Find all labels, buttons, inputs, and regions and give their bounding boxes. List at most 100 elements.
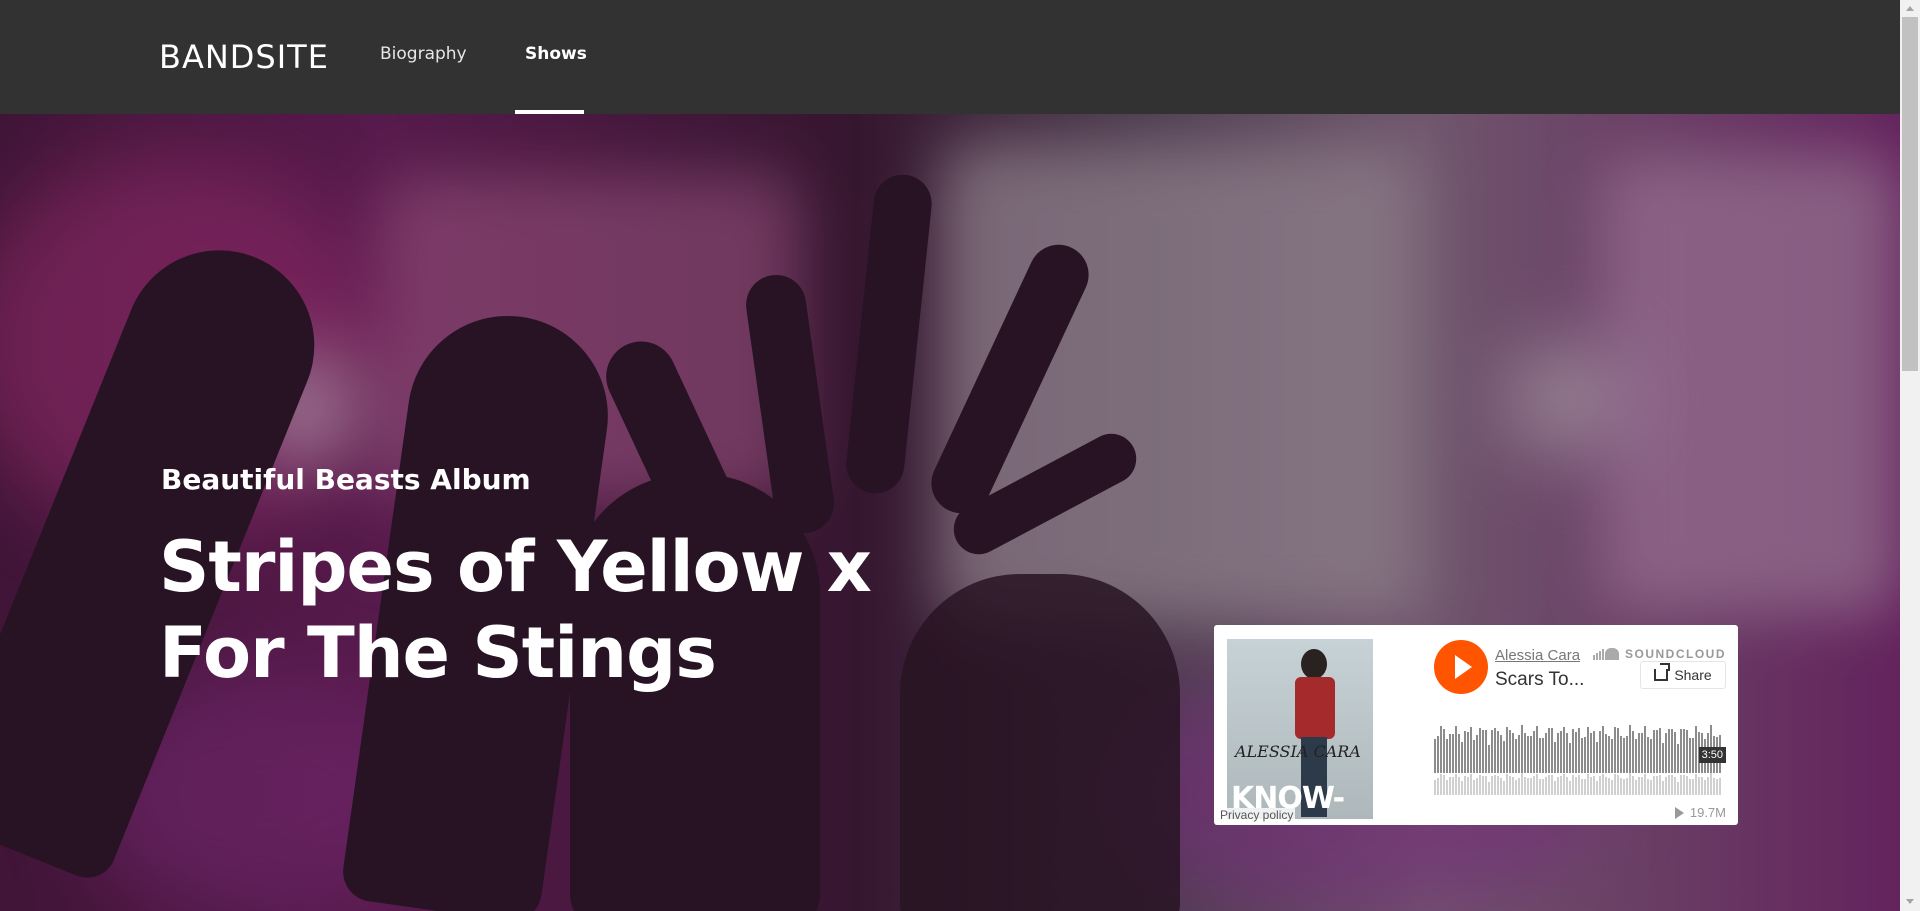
waveform-bar: [1464, 776, 1466, 795]
waveform-bar: [1704, 780, 1706, 795]
waveform-bar: [1659, 728, 1661, 773]
waveform-bar: [1458, 734, 1460, 773]
waveform-bar: [1488, 745, 1490, 773]
waveform-bar: [1674, 732, 1676, 773]
soundcloud-widget: ALESSIA CARA KNOW-IT-ALL Privacy policy …: [1214, 625, 1738, 825]
waveform-bar: [1677, 782, 1679, 795]
waveform-bar: [1665, 733, 1667, 773]
waveform-bar: [1530, 778, 1532, 795]
waveform-bar: [1563, 774, 1565, 795]
waveform-bar: [1497, 776, 1499, 795]
waveform-bar: [1566, 777, 1568, 795]
share-button[interactable]: Share: [1640, 661, 1726, 689]
waveform-bar: [1515, 780, 1517, 795]
waveform-bar: [1689, 779, 1691, 795]
waveform-bar: [1590, 733, 1592, 773]
waveform-bar: [1593, 776, 1595, 795]
waveform[interactable]: 3:50: [1434, 713, 1726, 795]
waveform-bar: [1599, 776, 1601, 795]
scroll-up-arrow-icon[interactable]: [1906, 6, 1914, 11]
waveform-bar: [1719, 778, 1721, 795]
waveform-bar: [1539, 779, 1541, 795]
waveform-bar: [1485, 776, 1487, 795]
waveform-bar: [1626, 736, 1628, 773]
waveform-bar: [1506, 727, 1508, 773]
waveform-bar: [1461, 781, 1463, 795]
waveform-bar: [1590, 777, 1592, 795]
waveform-bar: [1692, 738, 1694, 773]
waveform-bar: [1674, 777, 1676, 795]
waveform-bar: [1695, 774, 1697, 795]
waveform-bar: [1434, 739, 1436, 773]
waveform-bar: [1578, 775, 1580, 795]
waveform-bar: [1701, 777, 1703, 795]
album-artwork[interactable]: ALESSIA CARA KNOW-IT-ALL: [1227, 639, 1373, 819]
artist-link[interactable]: Alessia Cara: [1495, 647, 1580, 664]
waveform-bar: [1449, 734, 1451, 773]
waveform-bar: [1581, 779, 1583, 795]
scroll-thumb[interactable]: [1902, 17, 1918, 371]
play-count-icon: [1674, 806, 1684, 819]
waveform-bar: [1476, 778, 1478, 795]
waveform-bar: [1569, 781, 1571, 795]
waveform-bar: [1461, 742, 1463, 773]
nav-shows[interactable]: Shows: [525, 44, 587, 64]
soundcloud-logo[interactable]: SOUNDCLOUD: [1593, 647, 1726, 661]
waveform-bar: [1692, 779, 1694, 795]
waveform-bar: [1611, 739, 1613, 773]
waveform-bar: [1578, 728, 1580, 773]
waveform-bar: [1641, 733, 1643, 773]
waveform-bar: [1524, 733, 1526, 773]
waveform-bar: [1605, 734, 1607, 773]
waveform-bar: [1575, 732, 1577, 773]
waveform-bar: [1518, 735, 1520, 773]
waveform-bar: [1617, 775, 1619, 795]
waveform-bar: [1596, 742, 1598, 773]
site-logo[interactable]: BANDSITE: [159, 38, 329, 76]
waveform-bar: [1665, 777, 1667, 795]
waveform-bar: [1584, 737, 1586, 773]
play-icon: [1455, 655, 1472, 679]
waveform-bar: [1617, 728, 1619, 773]
waveform-bar: [1662, 743, 1664, 773]
waveform-bar: [1548, 728, 1550, 773]
waveform-bar: [1464, 731, 1466, 773]
waveform-bar: [1710, 773, 1712, 795]
waveform-bar: [1614, 727, 1616, 773]
waveform-bar: [1608, 778, 1610, 795]
waveform-bar: [1695, 726, 1697, 773]
nav-biography[interactable]: Biography: [380, 44, 467, 64]
waveform-bar: [1527, 736, 1529, 773]
waveform-bar: [1467, 732, 1469, 773]
waveform-bar: [1482, 730, 1484, 773]
waveform-bar: [1614, 774, 1616, 795]
waveform-bar: [1497, 731, 1499, 773]
waveform-bar: [1572, 775, 1574, 795]
waveform-bar: [1650, 739, 1652, 773]
waveform-bar: [1452, 734, 1454, 773]
soundcloud-brand-text: SOUNDCLOUD: [1625, 647, 1726, 661]
waveform-bar: [1623, 779, 1625, 795]
play-button[interactable]: [1434, 640, 1488, 694]
waveform-bar: [1581, 738, 1583, 773]
privacy-policy-link[interactable]: Privacy policy: [1218, 808, 1296, 822]
waveform-bar: [1629, 773, 1631, 795]
waveform-bar: [1443, 729, 1445, 773]
waveform-bar: [1446, 739, 1448, 773]
waveform-bar: [1437, 778, 1439, 795]
waveform-bar: [1554, 781, 1556, 795]
vertical-scrollbar[interactable]: [1900, 0, 1920, 911]
waveform-bar: [1455, 774, 1457, 795]
waveform-bar: [1653, 776, 1655, 795]
waveform-bar: [1659, 775, 1661, 795]
waveform-bar: [1452, 777, 1454, 795]
waveform-bar: [1569, 743, 1571, 773]
waveform-bar: [1524, 777, 1526, 795]
waveform-bar: [1686, 730, 1688, 773]
waveform-bar: [1500, 735, 1502, 773]
waveform-bar: [1515, 739, 1517, 773]
waveform-bar: [1434, 780, 1436, 795]
track-title[interactable]: Scars To...: [1495, 669, 1584, 691]
waveform-bar: [1635, 739, 1637, 773]
scroll-down-arrow-icon[interactable]: [1906, 899, 1914, 904]
